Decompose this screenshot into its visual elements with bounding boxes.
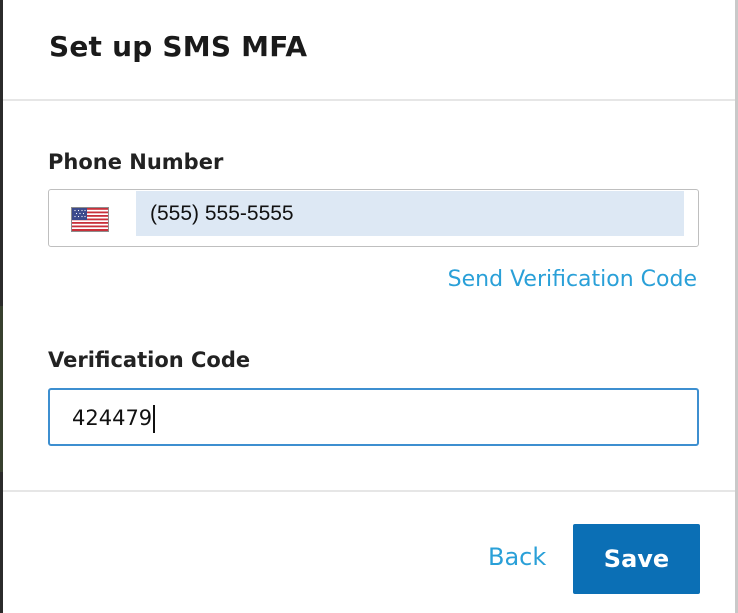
phone-number-input[interactable]: (555) 555-5555 — [136, 191, 684, 236]
flag-us-icon[interactable] — [71, 207, 109, 232]
verification-code-value: 424479 — [72, 406, 153, 430]
sms-mfa-modal: Set up SMS MFA Phone Number (555) 555-55… — [3, 0, 735, 613]
phone-number-label: Phone Number — [48, 150, 224, 174]
footer-divider — [3, 490, 735, 492]
verification-code-label: Verification Code — [48, 348, 251, 372]
header-divider — [3, 99, 735, 101]
text-cursor — [153, 405, 156, 433]
modal-title: Set up SMS MFA — [49, 30, 308, 63]
verification-code-input[interactable]: 424479 — [72, 390, 156, 444]
back-button[interactable]: Back — [488, 543, 546, 571]
verification-code-field[interactable]: 424479 — [48, 388, 699, 446]
send-verification-code-link[interactable]: Send Verification Code — [448, 267, 697, 292]
phone-number-field[interactable]: (555) 555-5555 — [48, 189, 699, 247]
save-button[interactable]: Save — [573, 524, 700, 594]
